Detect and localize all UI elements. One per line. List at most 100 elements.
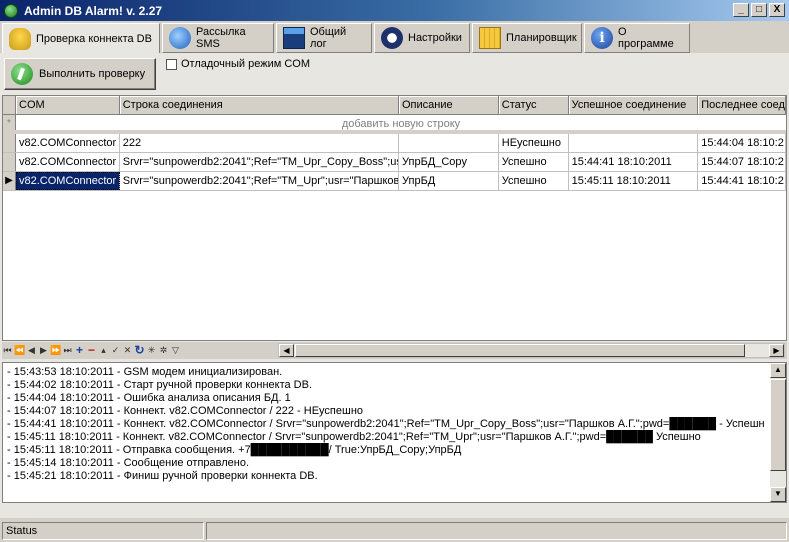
col-header-last-connection[interactable]: Последнее соед: [698, 96, 786, 114]
col-header-success-connection[interactable]: Успешное соединение: [569, 96, 699, 114]
tab-label: Планировщик: [506, 32, 577, 44]
cell-com[interactable]: v82.COMConnector: [16, 153, 120, 171]
cell-last-connection[interactable]: 15:44:07 18:10:2: [698, 153, 786, 171]
log-output[interactable]: - 15:43:53 18:10:2011 - GSM модем инициа…: [2, 362, 787, 503]
log-line: - 15:45:21 18:10:2011 - Финиш ручной про…: [7, 470, 318, 482]
col-header-connection-string[interactable]: Строка соединения: [120, 96, 399, 114]
table-row[interactable]: v82.COMConnector 222 НЕуспешно 15:44:04 …: [3, 134, 786, 153]
debug-mode-label: Отладочный режим COM: [181, 58, 310, 70]
connections-grid[interactable]: COM Строка соединения Описание Статус Ус…: [2, 95, 787, 341]
log-lines: - 15:43:53 18:10:2011 - GSM модем инициа…: [3, 363, 768, 483]
cell-success-connection[interactable]: [569, 134, 699, 152]
calendar-icon: [479, 27, 501, 49]
col-header-status[interactable]: Статус: [499, 96, 569, 114]
edit-record-icon[interactable]: ▴: [98, 344, 109, 357]
title-bar: Admin DB Alarm! v. 2.27 _ □ X: [0, 0, 789, 21]
col-header-description[interactable]: Описание: [399, 96, 499, 114]
cell-description[interactable]: УпрБД: [399, 172, 499, 190]
scroll-down-icon[interactable]: ▼: [770, 487, 786, 502]
log-line: - 15:43:53 18:10:2011 - GSM модем инициа…: [7, 366, 283, 378]
horizontal-scroll-thumb[interactable]: [295, 344, 745, 357]
debug-mode-checkbox[interactable]: Отладочный режим COM: [166, 58, 310, 70]
prev-record-icon[interactable]: ◀: [26, 344, 37, 357]
scroll-left-icon[interactable]: ◀: [279, 344, 294, 357]
run-icon: [11, 63, 33, 85]
tab-sms[interactable]: Рассылка SMS: [162, 23, 274, 53]
scroll-right-icon[interactable]: ▶: [769, 344, 784, 357]
cell-com[interactable]: v82.COMConnector: [16, 134, 120, 152]
prev-page-icon[interactable]: ⏪: [14, 344, 25, 357]
vertical-scroll-thumb[interactable]: [770, 379, 786, 471]
globe-icon: [169, 27, 191, 49]
row-indicator: [3, 153, 16, 171]
log-line: - 15:45:11 18:10:2011 - Коннект. v82.COM…: [7, 431, 701, 443]
run-check-button[interactable]: Выполнить проверку: [4, 58, 156, 90]
cell-last-connection[interactable]: 15:44:04 18:10:2: [698, 134, 786, 152]
cell-com[interactable]: v82.COMConnector: [16, 172, 120, 190]
tab-about[interactable]: i О программе: [584, 23, 690, 53]
status-bar: Status: [0, 520, 789, 542]
cancel-edit-icon[interactable]: ✕: [122, 344, 133, 357]
post-record-icon[interactable]: ✓: [110, 344, 121, 357]
tab-label: Проверка коннекта DB: [36, 32, 152, 45]
bookmark-icon[interactable]: ✳: [146, 344, 157, 357]
log-icon: [283, 27, 305, 49]
app-icon: [4, 3, 18, 18]
delete-record-icon[interactable]: −: [86, 344, 97, 357]
tab-scheduler[interactable]: Планировщик: [472, 23, 582, 53]
window-title: Admin DB Alarm! v. 2.27: [24, 3, 163, 18]
tab-bar: Проверка коннекта DB Рассылка SMS Общий …: [0, 21, 789, 53]
minimize-button[interactable]: _: [733, 3, 749, 17]
log-line: - 15:44:07 18:10:2011 - Коннект. v82.COM…: [7, 405, 364, 417]
refresh-icon[interactable]: ↻: [134, 344, 145, 357]
connect-check-panel: Выполнить проверку Отладочный режим COM …: [0, 53, 789, 518]
cell-success-connection[interactable]: 15:45:11 18:10:2011: [569, 172, 699, 190]
vertical-scrollbar[interactable]: ▲ ▼: [770, 363, 786, 502]
cell-status[interactable]: Успешно: [499, 172, 569, 190]
grid-header: COM Строка соединения Описание Статус Ус…: [3, 96, 786, 115]
next-record-icon[interactable]: ▶: [38, 344, 49, 357]
table-row[interactable]: v82.COMConnector Srvr="sunpowerdb2:2041"…: [3, 153, 786, 172]
col-header-com[interactable]: COM: [16, 96, 120, 114]
log-line: - 15:45:14 18:10:2011 - Сообщение отправ…: [7, 457, 250, 469]
status-label: Status: [2, 522, 204, 540]
maximize-button[interactable]: □: [751, 3, 767, 17]
bell-icon: [9, 27, 31, 50]
first-page-icon[interactable]: ⏮: [2, 344, 13, 357]
tab-general-log[interactable]: Общий лог: [276, 23, 372, 53]
checkbox-box[interactable]: [166, 58, 177, 70]
tab-label: О программе: [618, 26, 674, 50]
goto-bookmark-icon[interactable]: ✲: [158, 344, 169, 357]
tab-connect-check[interactable]: Проверка коннекта DB: [2, 23, 160, 53]
cell-description[interactable]: [399, 134, 499, 152]
filter-icon[interactable]: ▽: [170, 344, 181, 357]
tab-label: Настройки: [408, 32, 462, 44]
grid-navigator: ⏮ ⏪ ◀ ▶ ⏩ ⏭ + − ▴ ✓ ✕ ↻ ✳ ✲ ▽ ◀ ▶: [2, 342, 787, 359]
cell-connection-string[interactable]: Srvr="sunpowerdb2:2041";Ref="TM_Upr_Copy…: [120, 153, 399, 171]
header-indicator: [3, 96, 16, 114]
new-row-label[interactable]: добавить новую строку: [16, 115, 786, 130]
next-page-icon[interactable]: ⏩: [50, 344, 61, 357]
cell-connection-string[interactable]: Srvr="sunpowerdb2:2041";Ref="TM_Upr";usr…: [120, 172, 399, 190]
run-check-label: Выполнить проверку: [39, 68, 146, 80]
info-icon: i: [591, 27, 613, 49]
tab-settings[interactable]: Настройки: [374, 23, 470, 53]
new-row[interactable]: * добавить новую строку: [3, 115, 786, 134]
add-record-icon[interactable]: +: [74, 344, 85, 357]
scroll-up-icon[interactable]: ▲: [770, 363, 786, 378]
new-row-indicator: *: [3, 115, 16, 130]
last-page-icon[interactable]: ⏭: [62, 344, 73, 357]
table-row-selected[interactable]: ▶ v82.COMConnector Srvr="sunpowerdb2:204…: [3, 172, 786, 191]
cell-status[interactable]: Успешно: [499, 153, 569, 171]
cell-success-connection[interactable]: 15:44:41 18:10:2011: [569, 153, 699, 171]
cell-last-connection[interactable]: 15:44:41 18:10:2: [698, 172, 786, 190]
status-detail: [206, 522, 787, 540]
current-row-indicator: ▶: [3, 172, 16, 190]
cell-description[interactable]: УпрБД_Copy: [399, 153, 499, 171]
cell-connection-string[interactable]: 222: [120, 134, 399, 152]
close-button[interactable]: X: [769, 3, 785, 17]
log-line: - 15:44:04 18:10:2011 - Ошибка анализа о…: [7, 392, 291, 404]
horizontal-scrollbar[interactable]: ◀ ▶: [278, 343, 785, 358]
log-line: - 15:45:11 18:10:2011 - Отправка сообщен…: [7, 444, 462, 456]
cell-status[interactable]: НЕуспешно: [499, 134, 569, 152]
